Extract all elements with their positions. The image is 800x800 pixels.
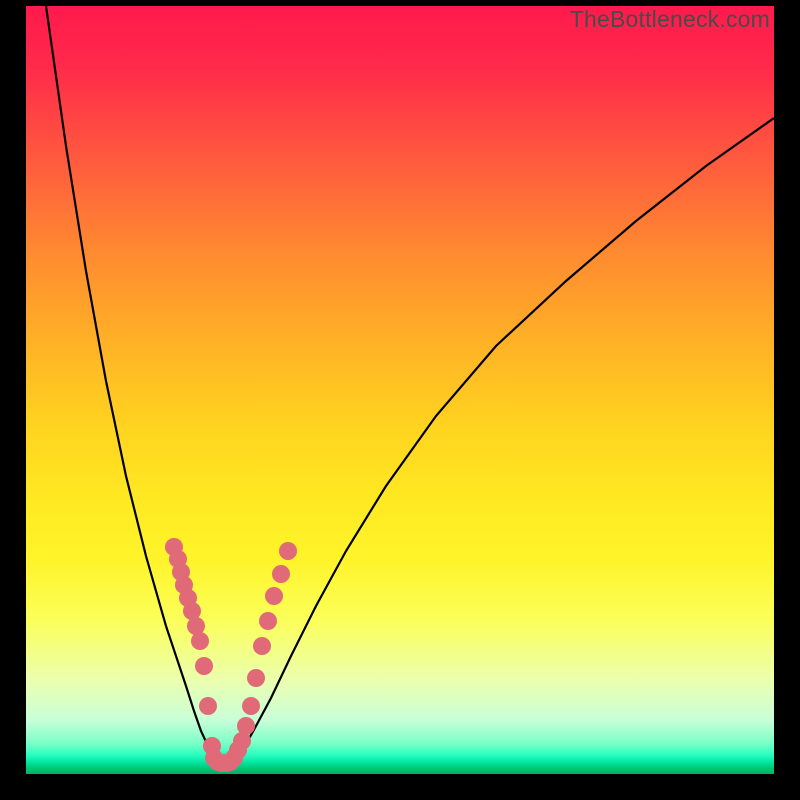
data-point [237,717,255,735]
data-markers [165,538,297,772]
data-point [259,612,277,630]
data-point [253,637,271,655]
data-point [242,697,260,715]
watermark-text: TheBottleneck.com [570,6,770,33]
data-point [247,669,265,687]
data-point [279,542,297,560]
bottleneck-curve-plot [26,6,774,774]
curve-right [231,118,774,763]
data-point [265,587,283,605]
data-point [199,697,217,715]
data-point [272,565,290,583]
curve-left [46,6,220,763]
chart-frame [26,6,774,774]
data-point [191,632,209,650]
data-point [195,657,213,675]
